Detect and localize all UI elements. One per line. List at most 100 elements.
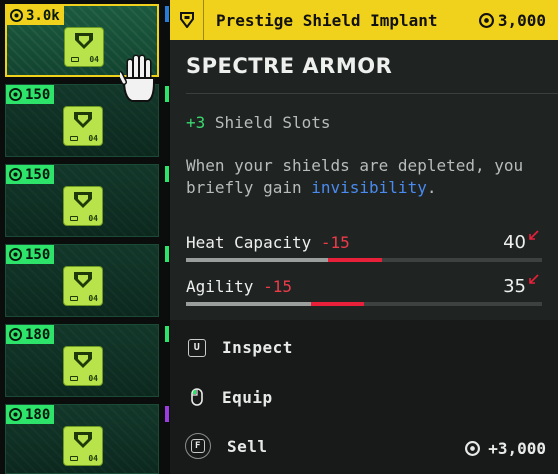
- tile-price: 3.0k: [26, 7, 60, 24]
- description-end: .: [426, 178, 437, 197]
- description-keyword: invisibility: [311, 178, 427, 197]
- stat-value: 40: [503, 232, 526, 253]
- rarity-edge-marker: [165, 326, 169, 342]
- currency-icon: [478, 12, 494, 28]
- chip-number: 04: [88, 134, 98, 143]
- item-description: When your shields are depleted, you brie…: [186, 155, 552, 199]
- currency-icon: [9, 168, 22, 181]
- action-list: U Inspect Equip F Sell +3,000: [170, 320, 558, 474]
- tile-price-tag: 180: [6, 325, 55, 344]
- mouse-left-click-icon: [191, 388, 203, 406]
- stat-bar-loss: [328, 258, 382, 262]
- chip-number: 04: [88, 454, 98, 463]
- item-type: Prestige Shield Implant: [216, 10, 438, 30]
- shield-icon: [75, 33, 93, 49]
- shield-icon: [74, 272, 92, 288]
- tile-price: 180: [25, 326, 51, 343]
- shield-icon: [179, 12, 194, 28]
- rarity-edge-marker: [165, 246, 169, 262]
- keybind-f-label: F: [191, 439, 205, 453]
- tile-price: 180: [25, 406, 51, 423]
- decrease-arrow-icon: [529, 230, 539, 240]
- bonus-value: +3: [186, 113, 206, 132]
- shield-implant-chip-icon: 04: [65, 28, 103, 66]
- currency-icon: [9, 248, 22, 261]
- currency-icon: [465, 441, 481, 456]
- inspect-label: Inspect: [222, 338, 293, 357]
- stat-value: 35: [503, 276, 526, 297]
- tile-price: 150: [25, 166, 51, 183]
- item-bonus: +3 Shield Slots: [186, 113, 331, 132]
- chip-number: 04: [89, 55, 99, 64]
- currency-icon: [9, 88, 22, 101]
- item-header: Prestige Shield Implant 3,000: [170, 0, 558, 40]
- decrease-arrow-icon: [529, 274, 539, 284]
- divider: [186, 93, 558, 94]
- inventory-grid: 3.0k 04 150 04 150 04 150 04 180 04 180 …: [0, 0, 170, 474]
- inspect-action[interactable]: U Inspect: [188, 338, 293, 357]
- shield-implant-chip-icon: 04: [64, 187, 102, 225]
- chip-number: 04: [88, 374, 98, 383]
- currency-icon: [9, 328, 22, 341]
- chip-marker: [70, 456, 78, 461]
- shield-icon: [74, 432, 92, 448]
- equip-label: Equip: [222, 387, 273, 407]
- tile-price-tag: 150: [6, 245, 55, 264]
- keybind-f: F: [185, 433, 211, 459]
- implant-type-badge: [170, 0, 204, 40]
- chip-marker: [70, 216, 78, 221]
- keybind-u: U: [188, 338, 206, 357]
- tile-price: 150: [25, 246, 51, 263]
- inventory-tile[interactable]: 180 04: [5, 324, 159, 397]
- chip-marker: [70, 136, 78, 141]
- stat-delta: -15: [263, 277, 292, 296]
- currency-icon: [9, 408, 22, 421]
- rarity-edge-marker: [165, 86, 169, 102]
- inventory-tile[interactable]: 150 04: [5, 164, 159, 237]
- stat-bar: [186, 258, 542, 262]
- tile-price-tag: 150: [6, 85, 55, 104]
- chip-marker: [71, 57, 79, 62]
- shield-implant-chip-icon: 04: [64, 107, 102, 145]
- rarity-edge-marker: [165, 166, 169, 182]
- chip-marker: [70, 296, 78, 301]
- header-price: 3,000: [478, 10, 546, 30]
- sell-price: +3,000: [465, 439, 546, 458]
- item-name: SPECTRE ARMOR: [186, 54, 393, 78]
- shield-implant-chip-icon: 04: [64, 427, 102, 465]
- stat-delta: -15: [320, 233, 350, 252]
- shield-icon: [74, 192, 92, 208]
- chip-number: 04: [88, 294, 98, 303]
- shield-icon: [74, 112, 92, 128]
- stat-bar-fill: [186, 302, 311, 306]
- sell-label: Sell: [227, 436, 268, 456]
- stat-bar: [186, 302, 542, 306]
- stat-label: Agility: [186, 277, 254, 296]
- stat-agility: Agility -15 35: [186, 274, 542, 307]
- shield-implant-chip-icon: 04: [64, 267, 102, 305]
- currency-icon: [10, 9, 23, 22]
- stat-label-line: Heat Capacity -15: [186, 233, 350, 252]
- tile-price-tag: 150: [6, 165, 55, 184]
- chip-marker: [70, 376, 78, 381]
- sell-action[interactable]: F Sell: [185, 433, 268, 459]
- inventory-tile[interactable]: 180 04: [5, 404, 159, 474]
- stat-heat-capacity: Heat Capacity -15 40: [186, 230, 542, 263]
- sell-price-value: +3,000: [488, 439, 546, 458]
- shield-icon: [74, 352, 92, 368]
- shield-implant-chip-icon: 04: [64, 347, 102, 385]
- hand-cursor-icon: [120, 54, 155, 102]
- equip-action[interactable]: Equip: [188, 387, 273, 407]
- stat-bar-loss: [310, 302, 364, 306]
- stat-bar-fill: [186, 258, 329, 262]
- stat-label-line: Agility -15: [186, 277, 292, 296]
- rarity-edge-marker: [165, 6, 169, 22]
- tile-price-tag: 180: [6, 405, 55, 424]
- rarity-edge-marker: [165, 406, 169, 422]
- tile-price: 150: [25, 86, 51, 103]
- stat-label: Heat Capacity: [186, 233, 312, 252]
- item-details-panel: Prestige Shield Implant 3,000 SPECTRE AR…: [170, 0, 558, 474]
- inventory-tile[interactable]: 150 04: [5, 244, 159, 317]
- bonus-label: Shield Slots: [214, 113, 331, 132]
- header-price-value: 3,000: [497, 10, 546, 30]
